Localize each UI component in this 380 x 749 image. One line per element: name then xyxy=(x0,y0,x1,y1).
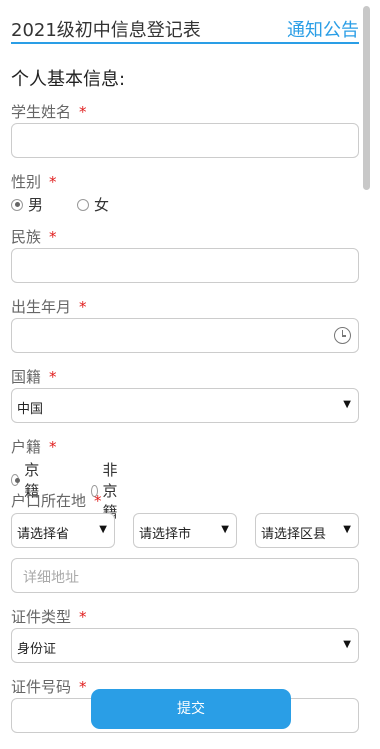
chevron-down-icon: ▼ xyxy=(221,524,229,535)
household-location-label: 户口所在地 * xyxy=(11,492,102,510)
province-select[interactable]: 请选择省 ▼ xyxy=(11,513,115,548)
household-label: 户籍 * xyxy=(11,438,57,456)
nationality-label: 国籍 * xyxy=(11,368,57,386)
birth-date-input[interactable] xyxy=(11,318,359,353)
chevron-down-icon: ▼ xyxy=(343,524,351,535)
radio-checked-icon xyxy=(11,474,20,486)
address-input[interactable]: 详细地址 xyxy=(11,558,359,593)
nationality-select[interactable]: 中国 ▼ xyxy=(11,388,359,423)
gender-radio-female[interactable]: 女 xyxy=(77,194,109,215)
section-title: 个人基本信息: xyxy=(11,69,126,90)
gender-label: 性别 * xyxy=(11,173,57,191)
radio-checked-icon xyxy=(11,198,23,211)
submit-button[interactable]: 提交 xyxy=(91,689,291,729)
city-select[interactable]: 请选择市 ▼ xyxy=(133,513,237,548)
chevron-down-icon: ▼ xyxy=(343,639,351,650)
chevron-down-icon: ▼ xyxy=(99,524,107,535)
scrollbar-thumb[interactable] xyxy=(363,6,370,190)
id-type-select[interactable]: 身份证 ▼ xyxy=(11,628,359,663)
name-input[interactable] xyxy=(11,123,359,158)
page-header: 2021级初中信息登记表 通知公告 xyxy=(11,8,359,44)
radio-unchecked-icon xyxy=(77,198,89,211)
chevron-down-icon: ▼ xyxy=(343,399,351,410)
ethnicity-input[interactable] xyxy=(11,248,359,283)
name-label: 学生姓名 * xyxy=(11,103,87,121)
id-type-label: 证件类型 * xyxy=(11,608,87,626)
notice-link[interactable]: 通知公告 xyxy=(287,16,359,42)
birth-label: 出生年月 * xyxy=(11,298,87,316)
clock-icon[interactable] xyxy=(334,327,351,344)
ethnicity-label: 民族 * xyxy=(11,228,57,246)
gender-radio-male[interactable]: 男 xyxy=(11,194,43,215)
id-number-label: 证件号码 * xyxy=(11,678,87,696)
district-select[interactable]: 请选择区县 ▼ xyxy=(255,513,359,548)
page-title: 2021级初中信息登记表 xyxy=(11,20,201,41)
